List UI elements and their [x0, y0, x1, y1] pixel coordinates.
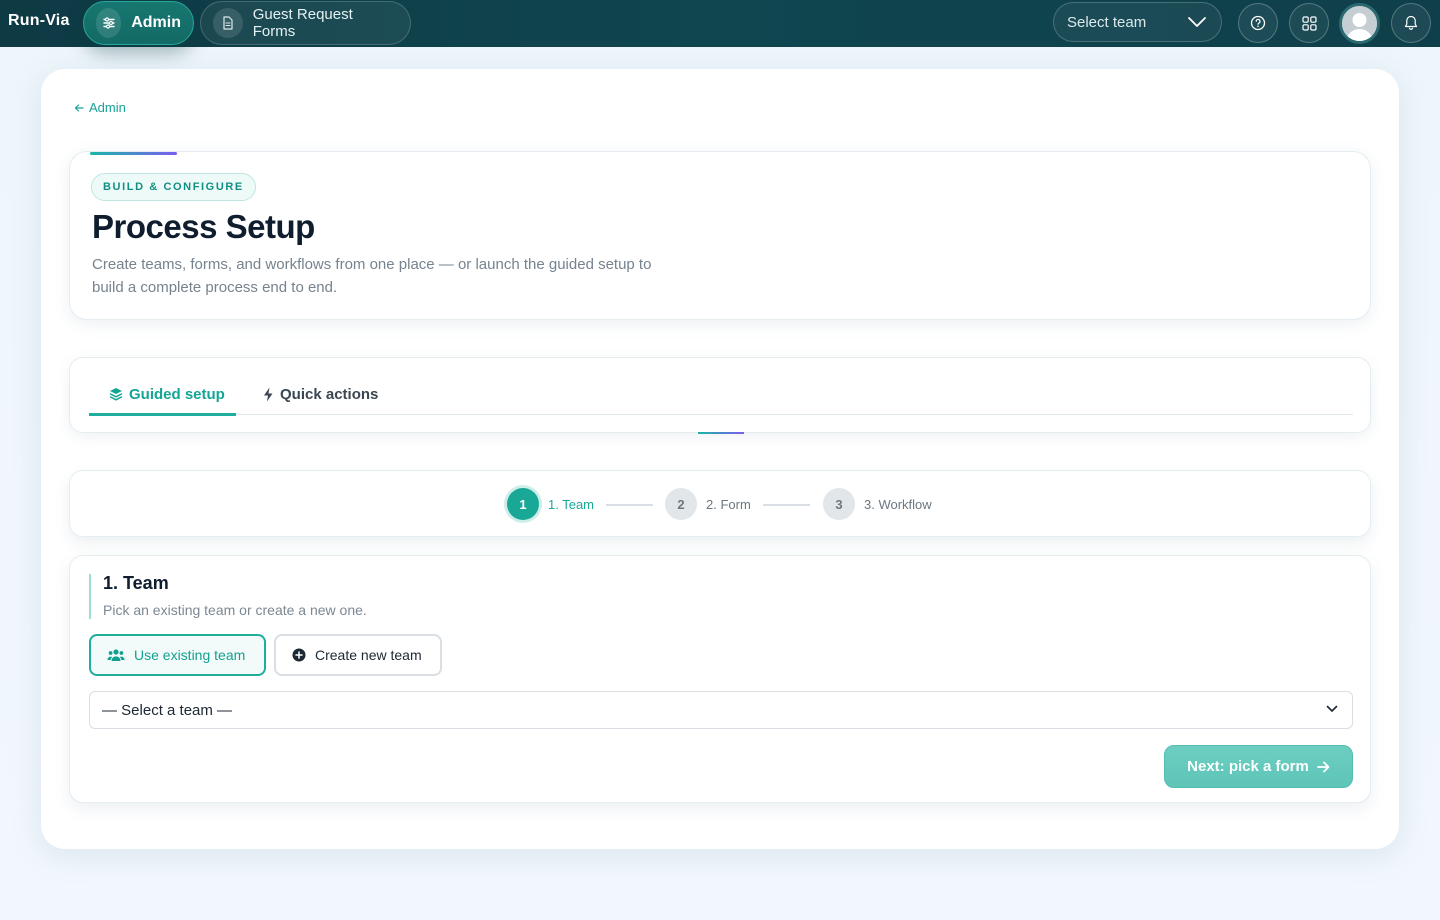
choice-label: Use existing team — [134, 647, 246, 663]
arrow-left-icon — [74, 103, 84, 112]
accent-bar — [90, 152, 177, 155]
avatar[interactable] — [1339, 3, 1380, 44]
step-label: 2. Form — [706, 496, 751, 512]
nav-pill-label: Guest Request Forms — [252, 6, 353, 40]
use-existing-team-button[interactable]: Use existing team — [89, 634, 266, 676]
step-connector — [606, 504, 653, 506]
active-tab-underline — [89, 413, 236, 416]
page-header-card: BUILD & CONFIGURE Process Setup Create t… — [69, 151, 1371, 320]
page-title: Process Setup — [92, 208, 315, 245]
users-icon — [107, 649, 125, 661]
nav-pill-guest-request-forms[interactable]: Guest Request Forms — [200, 1, 411, 45]
step-number: 1 — [507, 488, 539, 520]
bolt-icon — [264, 387, 273, 401]
team-select[interactable]: — Select a team — — [89, 691, 1353, 729]
notifications-button[interactable] — [1391, 3, 1431, 43]
step-workflow[interactable]: 3 3. Workflow — [823, 488, 932, 520]
choice-label: Create new team — [315, 647, 422, 663]
tab-label: Quick actions — [280, 385, 379, 403]
step-number: 3 — [823, 488, 855, 520]
document-icon — [213, 8, 243, 38]
bell-icon — [1404, 15, 1418, 30]
tab-quick-actions[interactable]: Quick actions — [263, 384, 378, 404]
tab-scroll-indicator — [698, 432, 744, 434]
step-connector — [763, 504, 810, 506]
apps-grid-icon — [1301, 15, 1317, 31]
plus-circle-icon — [292, 648, 306, 662]
user-silhouette-icon — [1342, 6, 1377, 41]
apps-button[interactable] — [1289, 3, 1329, 43]
section-subtitle: Pick an existing team or create a new on… — [103, 602, 367, 618]
setup-stepper: 1 1. Team 2 2. Form 3 3. Workflow — [69, 470, 1371, 537]
create-new-team-button[interactable]: Create new team — [274, 634, 442, 676]
arrow-right-icon — [1316, 761, 1330, 772]
tab-guided-setup[interactable]: Guided setup — [109, 384, 225, 404]
section-badge: BUILD & CONFIGURE — [91, 173, 256, 201]
help-button[interactable] — [1238, 3, 1278, 43]
chevron-down-icon — [1188, 17, 1206, 27]
main-content-card: Admin BUILD & CONFIGURE Process Setup Cr… — [41, 69, 1399, 849]
layers-icon — [109, 388, 123, 401]
step-number: 2 — [665, 488, 697, 520]
back-link[interactable]: Admin — [74, 100, 126, 115]
tab-label: Guided setup — [129, 385, 225, 403]
step-team[interactable]: 1 1. Team — [507, 488, 594, 520]
nav-pill-admin[interactable]: Admin — [83, 1, 194, 45]
next-pick-form-button[interactable]: Next: pick a form — [1164, 745, 1353, 788]
help-icon — [1250, 15, 1266, 31]
back-link-label: Admin — [89, 100, 126, 115]
setup-tabs: Guided setup Quick actions — [69, 357, 1371, 434]
step-label: 1. Team — [548, 496, 595, 512]
sliders-icon — [96, 8, 122, 38]
brand-logo[interactable]: Run-Via — [8, 12, 70, 30]
team-step-card: 1. Team Pick an existing team or create … — [69, 555, 1371, 803]
top-navigation-bar: Run-Via Admin Guest Request Forms Select… — [0, 0, 1440, 47]
section-title: 1. Team — [103, 573, 169, 593]
step-label: 3. Workflow — [864, 496, 932, 512]
chevron-down-icon — [1326, 705, 1338, 712]
next-button-label: Next: pick a form — [1187, 758, 1309, 775]
step-form[interactable]: 2 2. Form — [665, 488, 751, 520]
team-select-dropdown[interactable]: Select team — [1053, 2, 1222, 42]
page-description: Create teams, forms, and workflows from … — [92, 256, 652, 296]
tabs-divider — [89, 414, 1353, 415]
section-rule — [89, 574, 91, 619]
team-select-placeholder: — Select a team — — [102, 701, 233, 719]
team-select-value: Select team — [1067, 13, 1147, 31]
nav-pill-label: Admin — [131, 14, 181, 31]
